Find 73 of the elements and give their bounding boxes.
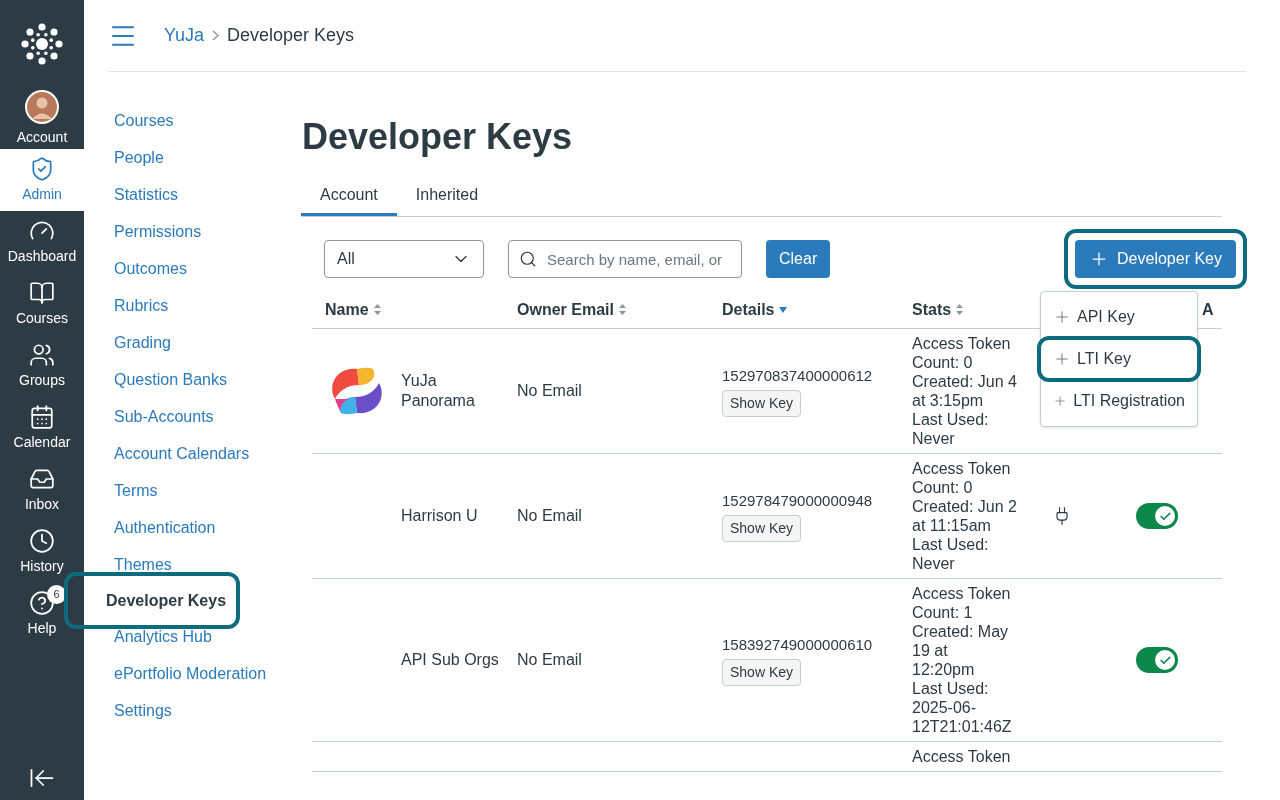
column-header[interactable]: Details (722, 297, 775, 322)
help-icon (29, 589, 55, 616)
check-icon (1158, 653, 1172, 667)
groups-icon (29, 341, 55, 368)
owner-email: No Email (517, 382, 582, 399)
sidebar-link[interactable]: Developer Keys (80, 582, 232, 619)
show-key-button[interactable]: Show Key (722, 514, 802, 542)
sidebar-link[interactable]: Permissions (90, 213, 297, 250)
column-header[interactable]: Name (325, 297, 369, 322)
show-key-button[interactable]: Show Key (722, 658, 802, 686)
key-name: API Sub Orgs (401, 650, 500, 670)
key-id: 158392749000000610 (722, 635, 873, 656)
key-stats: Access Token (912, 747, 1012, 766)
add-developer-key-button[interactable]: Developer Key (1075, 240, 1236, 278)
toggle-switch[interactable] (1136, 503, 1178, 529)
canvas-logo-icon[interactable] (20, 21, 64, 66)
sidebar-link[interactable]: Question Banks (90, 361, 297, 398)
sidebar-link[interactable]: Analytics Hub (90, 618, 297, 655)
show-key-button[interactable]: Show Key (722, 389, 802, 417)
tab[interactable]: Account (301, 176, 397, 216)
sidebar-link[interactable]: Courses (90, 102, 297, 139)
sidebar-link[interactable]: Account Calendars (90, 435, 297, 472)
nav-item[interactable]: Calendar (0, 397, 84, 459)
sidebar-link[interactable]: People (90, 139, 297, 176)
key-name: YuJa Panorama (401, 371, 476, 411)
avatar-icon (24, 88, 60, 125)
plus-icon (1053, 350, 1071, 368)
nav-item[interactable]: Admin (0, 149, 84, 211)
key-stats: Access Token Count: 1 Created: May 19 at 12:20pm Last Used: 2025-06- 12T21:01:46Z (912, 584, 1013, 736)
menu-item[interactable]: LTI Key (1041, 340, 1197, 378)
nav-item[interactable]: Courses (0, 273, 84, 335)
calendar-icon (29, 403, 55, 430)
search-field[interactable]: Search by name, email, or (508, 240, 742, 278)
breadcrumb-current: Developer Keys (227, 24, 355, 47)
menu-item[interactable]: LTI Registration (1041, 382, 1197, 420)
filter-select[interactable]: All (324, 240, 484, 278)
history-icon (29, 527, 55, 554)
owner-email: No Email (517, 651, 582, 668)
sidebar-link[interactable]: Authentication (90, 509, 297, 546)
toggle-switch[interactable] (1136, 647, 1178, 673)
sidebar-link[interactable]: Sub-Accounts (90, 398, 297, 435)
check-icon (1158, 509, 1172, 523)
nav-item[interactable]: History (0, 521, 84, 583)
sidebar-link[interactable]: Settings (90, 692, 297, 729)
page-title: Developer Keys (302, 115, 574, 159)
nav-item[interactable]: Inbox (0, 459, 84, 521)
sidebar-link[interactable]: Statistics (90, 176, 297, 213)
key-stats: Access Token Count: 0 Created: Jun 2 at 11:15am Last Used: Never (912, 459, 1018, 573)
key-stats: Access Token Count: 0 Created: Jun 4 at 3:15pm Last Used: Never (912, 334, 1018, 448)
sidebar-link[interactable]: Themes (90, 546, 297, 583)
column-header[interactable]: Stats (912, 297, 952, 322)
column-header[interactable]: Owner Email (517, 297, 614, 322)
tab[interactable]: Inherited (396, 176, 498, 216)
key-name: Harrison U (401, 506, 479, 526)
search-icon (519, 250, 537, 268)
sidebar-link[interactable]: Terms (90, 472, 297, 509)
clear-button[interactable]: Clear (766, 240, 831, 278)
plus-icon (1053, 308, 1071, 326)
sidebar-link[interactable]: Grading (90, 324, 297, 361)
column-header[interactable]: A (1202, 297, 1214, 322)
menu-item[interactable]: API Key (1041, 298, 1197, 336)
sidebar-link[interactable]: ePortfolio Moderation (90, 655, 297, 692)
nav-item[interactable]: Account (0, 87, 84, 149)
key-id: 152978479000000948 (722, 491, 873, 512)
sidebar-link[interactable]: Rubrics (90, 287, 297, 324)
nav-item[interactable]: Groups (0, 335, 84, 397)
courses-icon (29, 279, 55, 306)
breadcrumb-link[interactable]: YuJa (164, 22, 205, 49)
sidebar-link[interactable]: Outcomes (90, 250, 297, 287)
nav-item[interactable]: Dashboard (0, 211, 84, 273)
chevron-right-icon (212, 30, 220, 41)
key-id: 152970837400000612 (722, 366, 873, 387)
owner-email: No Email (517, 507, 582, 524)
